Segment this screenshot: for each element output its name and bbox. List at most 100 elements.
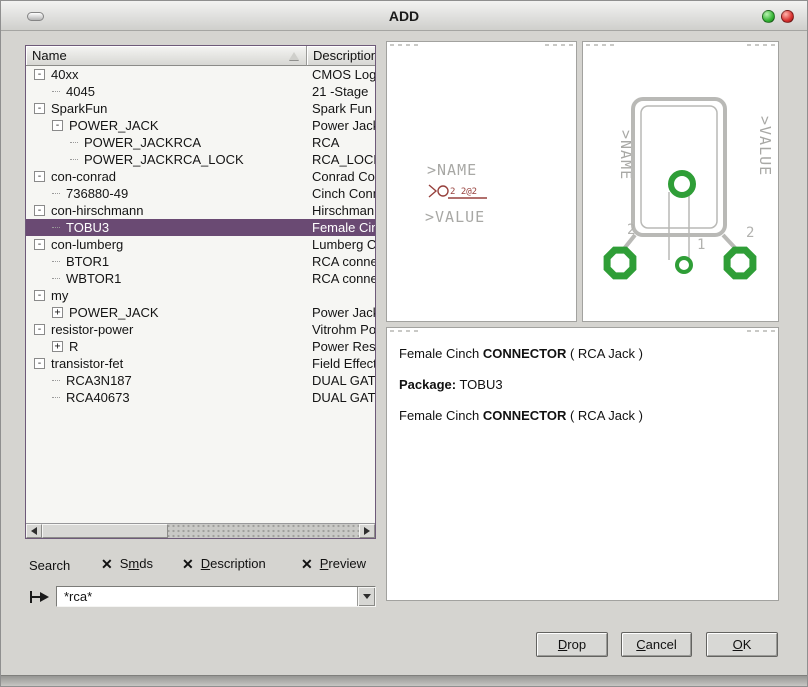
tree-row-transistor-fet[interactable]: -transistor-fetField Effect bbox=[26, 355, 375, 372]
tree-item-name-cell: -con-hirschmann bbox=[26, 203, 307, 218]
cancel-button[interactable]: Cancel bbox=[621, 632, 692, 657]
tree-row-tobu3[interactable]: TOBU3Female Cin bbox=[26, 219, 375, 236]
tree-row-btor1[interactable]: BTOR1RCA conne bbox=[26, 253, 375, 270]
tree-branch-tick bbox=[52, 397, 60, 398]
collapse-icon[interactable]: - bbox=[34, 69, 45, 80]
checkbox-smds[interactable]: ✕ Smds bbox=[101, 556, 153, 571]
pad-number-center: 1 bbox=[697, 237, 705, 253]
column-header-description[interactable]: Description bbox=[307, 46, 375, 66]
tree-item-name-cell: TOBU3 bbox=[26, 220, 307, 235]
tree-item-name-cell: RCA3N187 bbox=[26, 373, 307, 388]
tree-header: Name Description bbox=[26, 46, 375, 66]
symbol-preview-panel: >NAME 2 2@2 >VALUE bbox=[386, 41, 577, 322]
checkbox-preview[interactable]: ✕ Preview bbox=[301, 556, 366, 571]
tree-item-label: con-lumberg bbox=[51, 237, 123, 252]
tree-branch-tick bbox=[52, 380, 60, 381]
tree-row-r[interactable]: +RPower Res bbox=[26, 338, 375, 355]
tree-item-name-cell: POWER_JACKRCA bbox=[26, 135, 307, 150]
tree-row-736880-49[interactable]: 736880-49Cinch Conn bbox=[26, 185, 375, 202]
scrollbar-thumb[interactable] bbox=[42, 524, 168, 538]
tree-item-name-cell: + POWER_JACK bbox=[26, 305, 307, 320]
tree-item-description: Conrad Co bbox=[307, 169, 375, 184]
minimize-button[interactable] bbox=[762, 10, 775, 23]
tree-row-con-conrad[interactable]: -con-conradConrad Co bbox=[26, 168, 375, 185]
tree-item-description: DUAL GATE bbox=[307, 390, 375, 405]
collapse-icon[interactable]: - bbox=[34, 205, 45, 216]
tree-item-label: 736880-49 bbox=[66, 186, 128, 201]
tree-branch-tick bbox=[52, 261, 60, 262]
collapse-icon[interactable]: - bbox=[34, 171, 45, 182]
tree-item-description: RCA_LOCK bbox=[307, 152, 375, 167]
tree-row-power_jack[interactable]: +POWER_JACKPower Jack bbox=[26, 304, 375, 321]
tree-item-description: RCA bbox=[307, 135, 375, 150]
tree-branch-tick bbox=[52, 278, 60, 279]
window-bottom-frame bbox=[1, 675, 807, 686]
tree-row-rca40673[interactable]: RCA40673DUAL GATE bbox=[26, 389, 375, 406]
scrollbar-groove[interactable] bbox=[168, 524, 359, 538]
expand-icon[interactable]: + bbox=[52, 341, 63, 352]
collapse-icon[interactable]: - bbox=[52, 120, 63, 131]
tree-row-con-lumberg[interactable]: -con-lumbergLumberg C bbox=[26, 236, 375, 253]
tree-row-40xx[interactable]: -40xxCMOS Log bbox=[26, 66, 375, 83]
description-line-1: Female Cinch CONNECTOR ( RCA Jack ) bbox=[399, 346, 766, 361]
tree-item-label: POWER_JACK bbox=[69, 305, 159, 320]
titlebar[interactable]: ADD bbox=[1, 1, 807, 31]
tree-row-power_jackrca_lock[interactable]: POWER_JACKRCA_LOCKRCA_LOCK bbox=[26, 151, 375, 168]
checkbox-description[interactable]: ✕ Description bbox=[182, 556, 266, 571]
tree-branch-tick bbox=[52, 91, 60, 92]
search-input[interactable] bbox=[57, 587, 357, 606]
tree-row-wbtor1[interactable]: WBTOR1 RCA conne bbox=[26, 270, 375, 287]
tree-row-sparkfun[interactable]: -SparkFunSpark Fun bbox=[26, 100, 375, 117]
tree-row-4045[interactable]: 404521 -Stage bbox=[26, 83, 375, 100]
drop-button[interactable]: Drop bbox=[536, 632, 608, 657]
tree-row-con-hirschmann[interactable]: -con-hirschmannHirschman bbox=[26, 202, 375, 219]
tree-item-label: WBTOR1 bbox=[66, 271, 121, 286]
add-dialog: ADD Name Description -40xxCMOS Log404521… bbox=[0, 0, 808, 687]
collapse-icon[interactable]: - bbox=[34, 324, 45, 335]
tree-item-name-cell: +R bbox=[26, 339, 307, 354]
tree-item-description: Hirschman bbox=[307, 203, 375, 218]
tree-item-name-cell: -SparkFun bbox=[26, 101, 307, 116]
checkmark-icon: ✕ bbox=[182, 557, 194, 571]
package-preview-panel: >NAME >VALUE 2 1 2 bbox=[582, 41, 779, 322]
tree-row-power_jack[interactable]: -POWER_JACKPower Jack bbox=[26, 117, 375, 134]
tree-row-resistor-power[interactable]: -resistor-powerVitrohm Po bbox=[26, 321, 375, 338]
horizontal-scrollbar[interactable] bbox=[26, 523, 375, 538]
tree-item-name-cell: -con-conrad bbox=[26, 169, 307, 184]
tree-item-label: con-hirschmann bbox=[51, 203, 144, 218]
tree-row-my[interactable]: -my bbox=[26, 287, 375, 304]
tree-item-label: POWER_JACK bbox=[69, 118, 159, 133]
tree-item-name-cell: -resistor-power bbox=[26, 322, 307, 337]
tree-item-description: RCA conne bbox=[307, 271, 375, 286]
tree-row-rca3n187[interactable]: RCA3N187DUAL GATE bbox=[26, 372, 375, 389]
tree-item-name-cell: 736880-49 bbox=[26, 186, 307, 201]
description-line-2: Female Cinch CONNECTOR ( RCA Jack ) bbox=[399, 408, 766, 423]
tree-item-label: R bbox=[69, 339, 78, 354]
tree-item-label: transistor-fet bbox=[51, 356, 123, 371]
tree-body: -40xxCMOS Log404521 -Stage-SparkFunSpark… bbox=[26, 66, 375, 523]
tree-item-label: POWER_JACKRCA bbox=[84, 135, 201, 150]
checkbox-preview-label: Preview bbox=[320, 556, 366, 571]
expand-icon[interactable]: + bbox=[52, 307, 63, 318]
tree-item-label: con-conrad bbox=[51, 169, 116, 184]
combo-dropdown-button[interactable] bbox=[357, 587, 375, 606]
description-package-line: Package: TOBU3 bbox=[399, 377, 766, 392]
collapse-icon[interactable]: - bbox=[34, 290, 45, 301]
tree-branch-tick bbox=[52, 227, 60, 228]
tree-row-power_jackrca[interactable]: POWER_JACKRCA RCA bbox=[26, 134, 375, 151]
collapse-icon[interactable]: - bbox=[34, 239, 45, 250]
collapse-icon[interactable]: - bbox=[34, 103, 45, 114]
tree-item-description: 21 -Stage bbox=[307, 84, 375, 99]
ok-button[interactable]: OK bbox=[706, 632, 778, 657]
tree-item-label: SparkFun bbox=[51, 101, 107, 116]
checkmark-icon: ✕ bbox=[101, 557, 113, 571]
rca-schematic-symbol: 2 2@2 bbox=[429, 185, 487, 198]
collapse-icon[interactable]: - bbox=[34, 358, 45, 369]
library-tree-panel: Name Description -40xxCMOS Log404521 -St… bbox=[25, 45, 376, 539]
pin-label: 2 2@2 bbox=[450, 187, 477, 197]
search-combobox[interactable] bbox=[56, 586, 376, 607]
column-header-name[interactable]: Name bbox=[26, 46, 307, 66]
close-button[interactable] bbox=[781, 10, 794, 23]
scroll-right-button[interactable] bbox=[359, 524, 375, 538]
scroll-left-button[interactable] bbox=[26, 524, 42, 538]
